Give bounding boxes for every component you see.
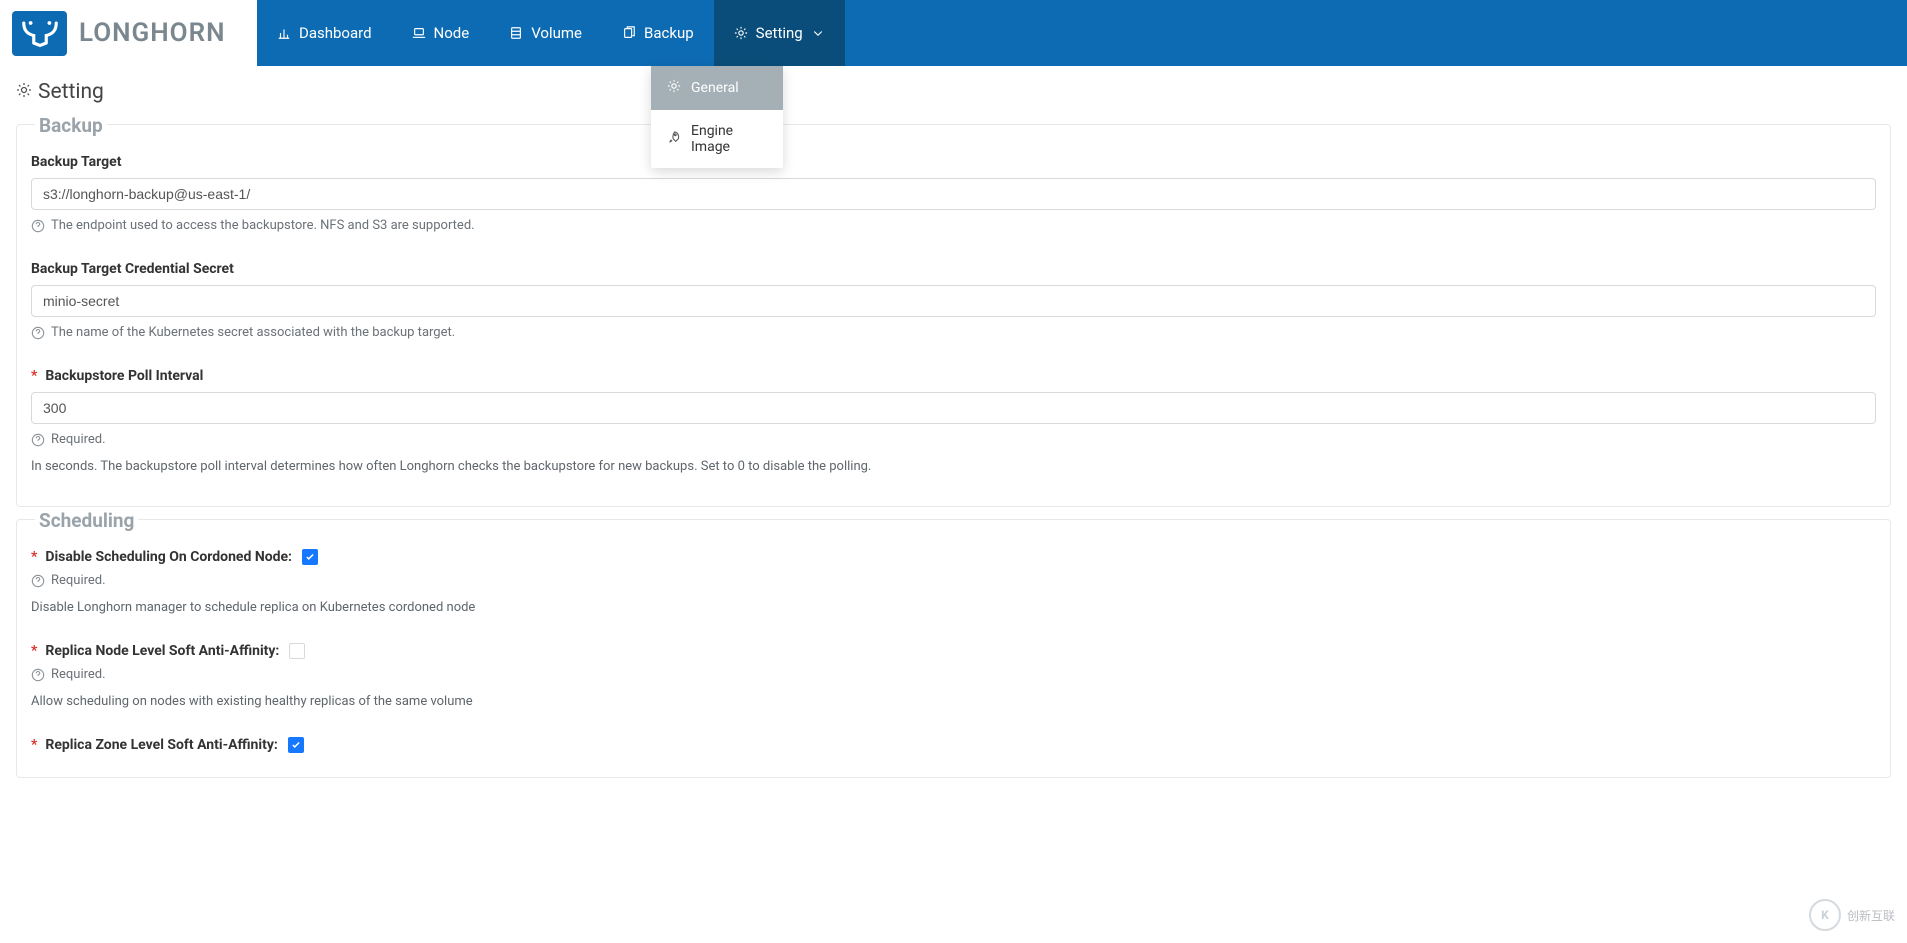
backup-secret-help-text: The name of the Kubernetes secret associ…: [51, 325, 455, 340]
brand-name: LONGHORN: [79, 18, 226, 48]
node-anti-required: Required.: [31, 667, 1876, 682]
gear-icon: [734, 26, 748, 40]
watermark-text: 创新互联: [1847, 907, 1895, 924]
backup-secret-row: Backup Target Credential Secret The name…: [31, 261, 1876, 340]
nav-setting[interactable]: Setting: [714, 0, 845, 66]
backup-poll-label: * Backupstore Poll Interval: [31, 368, 1876, 384]
disable-cordoned-checkbox[interactable]: [302, 549, 318, 565]
setting-dropdown: General Engine Image: [651, 66, 783, 168]
backup-poll-desc: In seconds. The backupstore poll interva…: [31, 459, 1876, 474]
copy-icon: [622, 26, 636, 40]
question-circle-icon: [31, 433, 45, 447]
main-nav: Dashboard Node Volume Backup Setting: [257, 0, 845, 66]
watermark: K 创新互联: [1809, 899, 1895, 931]
question-circle-icon: [31, 574, 45, 588]
dropdown-engine-image-label: Engine Image: [691, 123, 767, 155]
backup-secret-label: Backup Target Credential Secret: [31, 261, 1876, 277]
nav-volume[interactable]: Volume: [489, 0, 602, 66]
backup-poll-row: * Backupstore Poll Interval Required. In…: [31, 368, 1876, 474]
disable-cordoned-desc: Disable Longhorn manager to schedule rep…: [31, 600, 1876, 615]
backup-target-row: Backup Target The endpoint used to acces…: [31, 154, 1876, 233]
disable-cordoned-label: Disable Scheduling On Cordoned Node:: [45, 549, 292, 565]
brand-logo[interactable]: LONGHORN: [0, 0, 257, 66]
node-anti-checkbox[interactable]: [289, 643, 305, 659]
bar-chart-icon: [277, 26, 291, 40]
required-star: *: [31, 549, 37, 565]
rocket-icon: [667, 130, 681, 148]
node-anti-label: Replica Node Level Soft Anti-Affinity:: [45, 643, 279, 659]
disable-cordoned-required: Required.: [31, 573, 1876, 588]
node-anti-affinity-row: * Replica Node Level Soft Anti-Affinity:…: [31, 643, 1876, 709]
backup-section: Backup Backup Target The endpoint used t…: [16, 124, 1891, 507]
dropdown-engine-image[interactable]: Engine Image: [651, 110, 783, 168]
backup-poll-required-text: Required.: [51, 432, 106, 447]
nav-setting-label: Setting: [756, 24, 803, 42]
backup-target-label: Backup Target: [31, 154, 1876, 170]
nav-node-label: Node: [434, 24, 470, 42]
nav-dashboard[interactable]: Dashboard: [257, 0, 392, 66]
watermark-icon: K: [1809, 899, 1841, 931]
nav-backup[interactable]: Backup: [602, 0, 714, 66]
zone-anti-label: Replica Zone Level Soft Anti-Affinity:: [45, 737, 277, 753]
backup-secret-help: The name of the Kubernetes secret associ…: [31, 325, 1876, 340]
nav-dashboard-label: Dashboard: [299, 24, 372, 42]
nav-volume-label: Volume: [531, 24, 582, 42]
backup-poll-required: Required.: [31, 432, 1876, 447]
dropdown-general-label: General: [691, 80, 739, 96]
disable-cordoned-label-row: * Disable Scheduling On Cordoned Node:: [31, 549, 1876, 565]
longhorn-logo-icon: [12, 11, 67, 56]
node-anti-label-row: * Replica Node Level Soft Anti-Affinity:: [31, 643, 1876, 659]
gear-icon: [667, 79, 681, 97]
zone-anti-affinity-row: * Replica Zone Level Soft Anti-Affinity:: [31, 737, 1876, 753]
chevron-down-icon: [811, 26, 825, 40]
scheduling-legend: Scheduling: [35, 509, 138, 532]
database-icon: [509, 26, 523, 40]
scheduling-section: Scheduling * Disable Scheduling On Cordo…: [16, 519, 1891, 778]
zone-anti-label-row: * Replica Zone Level Soft Anti-Affinity:: [31, 737, 1876, 753]
page-title-text: Setting: [38, 80, 104, 104]
nav-node[interactable]: Node: [392, 0, 490, 66]
page-title: Setting: [0, 66, 1907, 112]
backup-target-help: The endpoint used to access the backupst…: [31, 218, 1876, 233]
question-circle-icon: [31, 668, 45, 682]
question-circle-icon: [31, 219, 45, 233]
settings-content: Backup Backup Target The endpoint used t…: [0, 124, 1907, 818]
dropdown-general[interactable]: General: [651, 66, 783, 110]
laptop-icon: [412, 26, 426, 40]
required-star: *: [31, 643, 37, 659]
backup-poll-input[interactable]: [31, 392, 1876, 424]
backup-target-help-text: The endpoint used to access the backupst…: [51, 218, 475, 233]
backup-secret-input[interactable]: [31, 285, 1876, 317]
top-nav-bar: LONGHORN Dashboard Node Volume Backup: [0, 0, 1907, 66]
backup-legend: Backup: [35, 114, 107, 137]
nav-backup-label: Backup: [644, 24, 694, 42]
backup-target-input[interactable]: [31, 178, 1876, 210]
required-star: *: [31, 368, 37, 384]
question-circle-icon: [31, 326, 45, 340]
disable-cordoned-required-text: Required.: [51, 573, 106, 588]
zone-anti-checkbox[interactable]: [288, 737, 304, 753]
node-anti-required-text: Required.: [51, 667, 106, 682]
disable-cordoned-row: * Disable Scheduling On Cordoned Node: R…: [31, 549, 1876, 615]
node-anti-desc: Allow scheduling on nodes with existing …: [31, 694, 1876, 709]
gear-icon: [16, 80, 32, 104]
required-star: *: [31, 737, 37, 753]
